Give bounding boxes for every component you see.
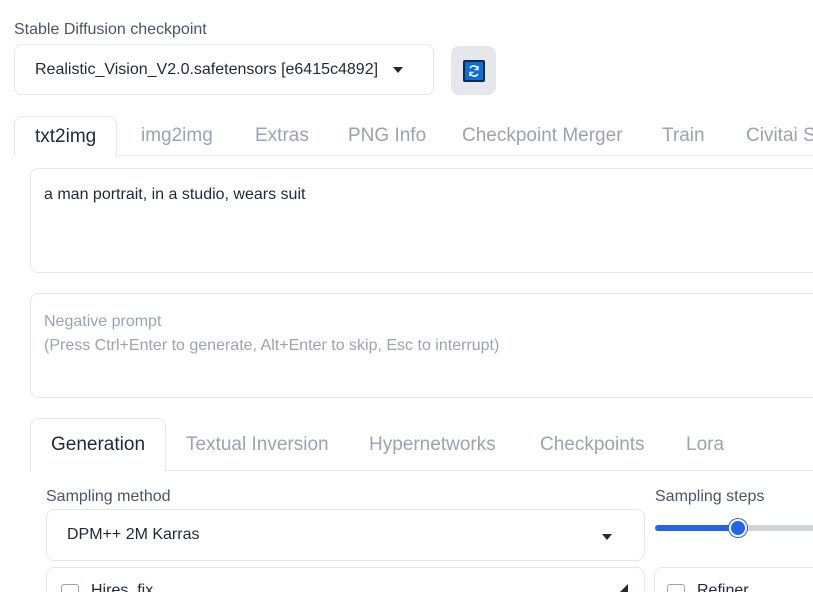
refresh-checkpoints-button[interactable] [451,46,496,95]
subtab-generation[interactable]: Generation [30,418,167,472]
sampling-steps-thumb[interactable] [729,519,748,537]
prompt-text: a man portrait, in a studio, wears suit [44,186,306,203]
subtab-hypernetworks[interactable]: Hypernetworks [369,418,496,471]
expand-triangle-icon[interactable] [614,584,628,592]
refresh-icon [462,59,485,82]
tab-civitai[interactable]: Civitai S [746,116,813,156]
generation-tabs: Generation Textual Inversion Hypernetwor… [30,418,813,472]
negative-prompt-textarea[interactable]: Negative prompt (Press Ctrl+Enter to gen… [30,293,813,398]
chevron-down-icon [602,534,612,540]
subtab-lora[interactable]: Lora [686,418,724,471]
refiner-label: Refiner [697,582,749,592]
sampling-steps-fill [655,525,739,531]
tab-txt2img[interactable]: txt2img [14,116,118,157]
refiner-accordion[interactable]: Refiner [654,567,813,592]
checkpoint-label: Stable Diffusion checkpoint [14,21,207,38]
subtab-textual-inversion[interactable]: Textual Inversion [186,418,329,471]
sampling-steps-label: Sampling steps [655,488,765,505]
hires-fix-checkbox[interactable] [61,584,79,592]
hires-fix-accordion[interactable]: Hires. fix [46,567,645,592]
subtab-checkpoints[interactable]: Checkpoints [540,418,645,471]
sampling-method-value: DPM++ 2M Karras [67,526,200,543]
tab-train[interactable]: Train [662,116,705,156]
sampling-method-label: Sampling method [46,488,171,505]
main-tabs: txt2img img2img Extras PNG Info Checkpoi… [14,116,813,157]
tab-extras[interactable]: Extras [255,116,309,156]
negative-prompt-hint: (Press Ctrl+Enter to generate, Alt+Enter… [44,337,500,354]
checkpoint-value: Realistic_Vision_V2.0.safetensors [e6415… [35,60,379,78]
prompt-textarea[interactable]: a man portrait, in a studio, wears suit [30,168,813,273]
hires-fix-label: Hires. fix [91,582,154,592]
negative-prompt-placeholder: Negative prompt [44,313,162,330]
tab-checkpoint-merger[interactable]: Checkpoint Merger [462,116,623,156]
sampling-method-select[interactable]: DPM++ 2M Karras [46,509,645,561]
refiner-checkbox[interactable] [667,584,685,592]
tab-png-info[interactable]: PNG Info [348,116,426,156]
chevron-down-icon [393,67,403,73]
checkpoint-select[interactable]: Realistic_Vision_V2.0.safetensors [e6415… [14,44,434,95]
tab-img2img[interactable]: img2img [141,116,213,156]
